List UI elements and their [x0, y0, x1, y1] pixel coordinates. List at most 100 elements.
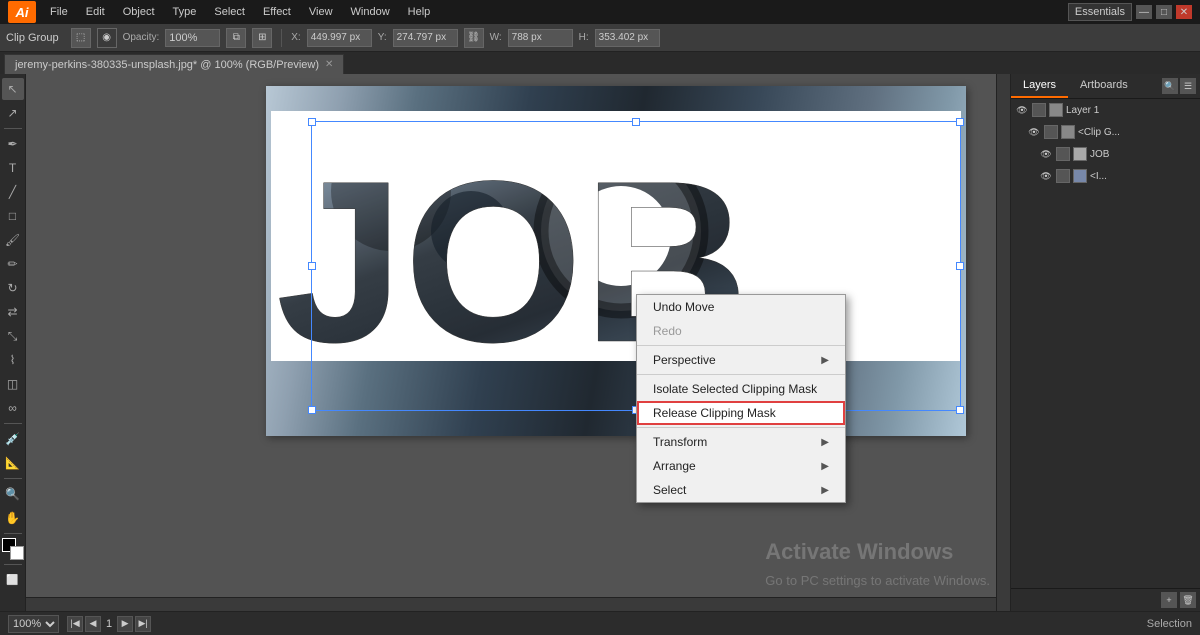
layer-visibility-1[interactable]	[1044, 125, 1058, 139]
opacity-label: Opacity:	[123, 32, 160, 43]
ai-logo: Ai	[8, 1, 36, 23]
layer-item-0[interactable]: 👁 Layer 1	[1011, 99, 1200, 121]
layer-visibility-0[interactable]	[1032, 103, 1046, 117]
measure-tool[interactable]: 📐	[2, 452, 24, 474]
layer-name-0: Layer 1	[1066, 105, 1196, 116]
ctx-item-select[interactable]: Select ▶	[637, 478, 845, 502]
ctx-item-perspective[interactable]: Perspective ▶	[637, 348, 845, 372]
shape-tool[interactable]: □	[2, 205, 24, 227]
layer-item-3[interactable]: 👁 <I...	[1011, 165, 1200, 187]
ctx-item-transform[interactable]: Transform▶	[637, 430, 845, 454]
hand-tool[interactable]: ✋	[2, 507, 24, 529]
tab-close-icon[interactable]: ✕	[325, 59, 333, 70]
transform-icon[interactable]: ⬚	[71, 28, 91, 48]
menu-item-view[interactable]: View	[301, 4, 341, 20]
type-tool[interactable]: T	[2, 157, 24, 179]
ctx-item-release-clipping-mask[interactable]: Release Clipping Mask	[637, 401, 845, 425]
ctx-label-8: Transform	[653, 435, 707, 449]
menu-item-file[interactable]: File	[42, 4, 76, 20]
menu-item-edit[interactable]: Edit	[78, 4, 113, 20]
ctx-item-arrange[interactable]: Arrange▶	[637, 454, 845, 478]
blend-tool[interactable]: ∞	[2, 397, 24, 419]
clip-group-label: Clip Group	[6, 32, 59, 44]
ctx-arrow-10: ▶	[821, 485, 829, 496]
layer-item-1[interactable]: 👁<Clip G...	[1011, 121, 1200, 143]
rotate-tool[interactable]: ↻	[2, 277, 24, 299]
zoom-control: 100%	[8, 615, 59, 633]
gradient-tool[interactable]: ◫	[2, 373, 24, 395]
minimize-button[interactable]: —	[1136, 5, 1152, 19]
layer-item-2[interactable]: 👁JOB	[1011, 143, 1200, 165]
last-page-btn[interactable]: ▶|	[135, 616, 151, 632]
layer-eye-3[interactable]: 👁	[1039, 169, 1053, 183]
y-label: Y:	[378, 32, 387, 43]
background-color[interactable]	[10, 546, 24, 560]
layer-thumbnail-3	[1073, 169, 1087, 183]
zoom-tool[interactable]: 🔍	[2, 483, 24, 505]
menu-item-effect[interactable]: Effect	[255, 4, 299, 20]
scroll-bar-right[interactable]	[996, 74, 1010, 611]
opacity-input[interactable]	[165, 29, 220, 47]
layer-eye-0[interactable]: 👁	[1015, 103, 1029, 117]
x-input[interactable]	[307, 29, 372, 47]
menu-item-type[interactable]: Type	[165, 4, 205, 20]
artboards-tab[interactable]: Artboards	[1068, 74, 1140, 98]
reflect-tool[interactable]: ⇄	[2, 301, 24, 323]
ctx-separator-7	[637, 427, 845, 428]
direct-selection-tool[interactable]: ↗	[2, 102, 24, 124]
document-tab[interactable]: jeremy-perkins-380335-unsplash.jpg* @ 10…	[4, 54, 344, 74]
layer-name-3: <I...	[1090, 171, 1196, 182]
ctx-item-isolate-selected-clipping-mask[interactable]: Isolate Selected Clipping Mask	[637, 377, 845, 401]
layer-visibility-3[interactable]	[1056, 169, 1070, 183]
panel-menu-icon[interactable]: ☰	[1180, 78, 1196, 94]
menu-item-object[interactable]: Object	[115, 4, 163, 20]
close-button[interactable]: ✕	[1176, 5, 1192, 19]
h-input[interactable]	[595, 29, 660, 47]
eyedropper-tool[interactable]: 💉	[2, 428, 24, 450]
scroll-bar-bottom[interactable]	[26, 597, 996, 611]
panel-search-icon[interactable]: 🔍	[1162, 78, 1178, 94]
make-sublayer-icon[interactable]: +	[1161, 592, 1177, 608]
zoom-select[interactable]: 100%	[8, 615, 59, 633]
prev-page-btn[interactable]: ◀	[85, 616, 101, 632]
ctx-label-6: Release Clipping Mask	[653, 406, 776, 420]
maximize-button[interactable]: □	[1156, 5, 1172, 19]
context-menu: Undo MoveRedoPerspective▶Isolate Selecte…	[636, 294, 846, 503]
layer-visibility-2[interactable]	[1056, 147, 1070, 161]
essentials-button[interactable]: Essentials	[1068, 3, 1132, 21]
artboard: JOB	[266, 86, 966, 436]
align-icon[interactable]: ⊞	[252, 28, 272, 48]
screen-mode-icon[interactable]: ⬜	[2, 569, 24, 591]
color-icon[interactable]: ◉	[97, 28, 117, 48]
ctx-label-10: Select	[653, 483, 686, 497]
menu-item-window[interactable]: Window	[343, 4, 398, 20]
warp-tool[interactable]: ⌇	[2, 349, 24, 371]
first-page-btn[interactable]: |◀	[67, 616, 83, 632]
layers-tab[interactable]: Layers	[1011, 74, 1068, 98]
layer-eye-2[interactable]: 👁	[1039, 147, 1053, 161]
delete-layer-icon[interactable]: 🗑	[1180, 592, 1196, 608]
tab-filename: jeremy-perkins-380335-unsplash.jpg* @ 10…	[15, 59, 319, 71]
pen-tool[interactable]: ✒	[2, 133, 24, 155]
title-bar: Ai FileEditObjectTypeSelectEffectViewWin…	[0, 0, 1200, 24]
ctx-item-undo-move[interactable]: Undo Move	[637, 295, 845, 319]
line-tool[interactable]: ╱	[2, 181, 24, 203]
next-page-btn[interactable]: ▶	[117, 616, 133, 632]
paintbrush-tool[interactable]: 🖌	[2, 229, 24, 251]
ctx-label-3: Perspective	[653, 353, 716, 367]
menu-item-select[interactable]: Select	[206, 4, 253, 20]
chain-icon[interactable]: ⛓	[464, 28, 484, 48]
w-input[interactable]	[508, 29, 573, 47]
layer-eye-1[interactable]: 👁	[1027, 125, 1041, 139]
options-bar: Clip Group ⬚ ◉ Opacity: ⧉ ⊞ X: Y: ⛓ W: H…	[0, 24, 1200, 52]
selection-tool[interactable]: ↖	[2, 78, 24, 100]
color-boxes[interactable]	[2, 538, 24, 560]
menu-item-help[interactable]: Help	[400, 4, 439, 20]
y-input[interactable]	[393, 29, 458, 47]
left-toolbar: ↖ ↗ ✒ T ╱ □ 🖌 ✏ ↻ ⇄ ⤡ ⌇ ◫ ∞ 💉 📐 🔍 ✋ ⬜	[0, 74, 26, 611]
pencil-tool[interactable]: ✏	[2, 253, 24, 275]
transform-options-icon[interactable]: ⧉	[226, 28, 246, 48]
ctx-arrow-3: ▶	[821, 355, 829, 366]
w-label: W:	[490, 32, 502, 43]
scale-tool[interactable]: ⤡	[2, 325, 24, 347]
